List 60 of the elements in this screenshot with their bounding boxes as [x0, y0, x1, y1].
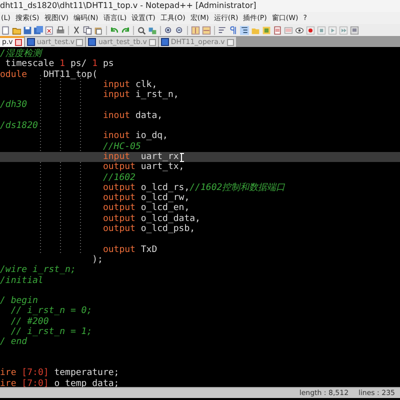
replace-icon[interactable]: [148, 26, 157, 34]
undo-icon[interactable]: [110, 26, 119, 34]
find-icon[interactable]: [137, 26, 146, 34]
code-line: / begin: [0, 296, 38, 306]
save-macro-icon[interactable]: [350, 26, 359, 34]
code-line: output o_lcd_psb,: [102, 224, 196, 234]
word-wrap-icon[interactable]: [218, 26, 227, 34]
code-line: // i_rst_n = 0;: [10, 306, 94, 317]
close-icon[interactable]: [226, 38, 234, 46]
code-line: output TxD: [102, 244, 158, 255]
sync-vertical-icon[interactable]: [191, 26, 200, 34]
new-file-icon[interactable]: [1, 26, 10, 34]
print-icon[interactable]: [56, 26, 65, 34]
code-line: inout data,: [102, 110, 164, 122]
text-cursor-icon: [180, 152, 184, 162]
code-line: odule DHT11_top(: [0, 70, 99, 80]
close-file-icon[interactable]: [45, 26, 54, 34]
code-line: inout io_dq,: [102, 131, 169, 142]
map-icon[interactable]: [262, 26, 271, 34]
code-line: // i_rst_n = 1;: [10, 327, 94, 338]
code-line: // #200: [10, 316, 50, 327]
code-line: //HC-05: [102, 142, 142, 152]
code-line: output o_lcd_en,: [102, 203, 191, 214]
code-line: /ds1820: [0, 121, 39, 132]
record-icon[interactable]: [306, 26, 315, 34]
code-line: output o_lcd_rw,: [102, 193, 191, 204]
code-line: ire [7:0] temperature;: [0, 368, 120, 378]
code-line: //1602: [102, 172, 136, 183]
save-all-icon[interactable]: [34, 26, 43, 34]
code-line: /initial: [0, 276, 44, 286]
zoom-in-icon[interactable]: [164, 26, 173, 34]
play-icon[interactable]: [328, 26, 337, 34]
code-line: / end: [0, 337, 28, 348]
paste-icon[interactable]: [94, 26, 103, 34]
close-icon[interactable]: [14, 39, 22, 46]
close-icon[interactable]: [148, 38, 156, 46]
stop-icon[interactable]: [317, 26, 326, 34]
code-line: input i_rst_n,: [102, 90, 180, 100]
cut-icon[interactable]: [72, 26, 81, 34]
copy-icon[interactable]: [83, 26, 92, 34]
redo-icon[interactable]: [121, 26, 130, 34]
indent-guide-icon[interactable]: [240, 26, 249, 34]
code-line: output o_lcd_rs,//1602控制和数据端口: [102, 182, 286, 193]
eye-icon[interactable]: [295, 26, 304, 34]
zoom-out-icon[interactable]: [175, 26, 184, 34]
code-line: output o_lcd_data,: [102, 214, 202, 224]
sync-horizontal-icon[interactable]: [202, 26, 211, 34]
code-line: /dh30: [0, 100, 28, 111]
code-line: timescale 1 ps/ 1 ps: [4, 59, 115, 70]
close-icon[interactable]: [76, 38, 84, 46]
play-multiple-icon[interactable]: [339, 26, 348, 34]
paragraph-icon[interactable]: [229, 26, 238, 34]
code-line: input clk,: [102, 80, 158, 90]
window-title: dht11_ds1820\dht11\DHT11_top.v - Notepad++ [Administrator]: [0, 1, 256, 11]
document-map-icon[interactable]: [273, 26, 282, 34]
code-line: /wire i_rst_n;: [0, 265, 77, 276]
code-line: output uart_tx,: [102, 162, 186, 173]
code-line: );: [91, 254, 104, 266]
save-icon[interactable]: [23, 26, 32, 34]
code-line: /湿度检测: [0, 49, 44, 59]
